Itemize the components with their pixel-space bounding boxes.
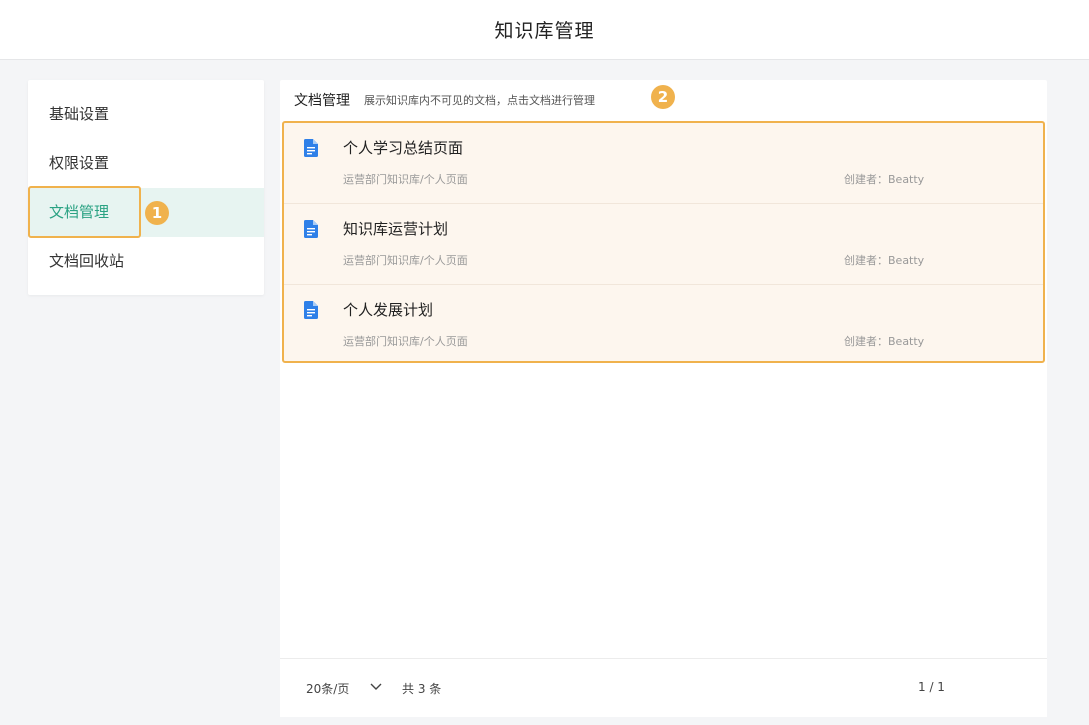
document-name: 知识库运营计划	[343, 220, 449, 238]
document-icon	[304, 301, 318, 319]
sidebar-item-permission-settings[interactable]: 权限设置	[28, 139, 264, 188]
document-name: 个人学习总结页面	[343, 139, 464, 157]
top-bar: 知识库管理	[0, 0, 1089, 60]
document-icon	[304, 139, 318, 157]
page-title: 知识库管理	[494, 20, 595, 42]
document-creator: 创建者：Beatty	[844, 173, 925, 186]
step-badge-2: 2	[651, 85, 675, 109]
document-list: 个人学习总结页面 运营部门知识库/个人页面 创建者：Beatty 知识库运营计划…	[282, 121, 1045, 363]
panel-title: 文档管理	[294, 93, 350, 109]
list-item[interactable]: 个人学习总结页面 运营部门知识库/个人页面 创建者：Beatty	[284, 123, 1043, 204]
document-creator: 创建者：Beatty	[844, 335, 925, 348]
document-name: 个人发展计划	[343, 301, 434, 319]
settings-sidebar: 基础设置 权限设置 文档管理 文档回收站	[28, 80, 264, 295]
total-count: 共 3 条	[402, 682, 442, 696]
document-creator: 创建者：Beatty	[844, 254, 925, 267]
chevron-down-icon[interactable]	[369, 681, 383, 693]
page-size-select[interactable]: 20条/页	[306, 680, 349, 697]
list-item[interactable]: 个人发展计划 运营部门知识库/个人页面 创建者：Beatty	[284, 285, 1043, 366]
panel-description: 展示知识库内不可见的文档，点击文档进行管理	[364, 94, 595, 107]
pagination-bar: 20条/页 共 3 条 1 / 1	[280, 658, 1047, 717]
panel-header: 文档管理 展示知识库内不可见的文档，点击文档进行管理	[294, 90, 595, 110]
list-item[interactable]: 知识库运营计划 运营部门知识库/个人页面 创建者：Beatty	[284, 204, 1043, 285]
sidebar-item-document-recycle-bin[interactable]: 文档回收站	[28, 237, 264, 286]
document-icon	[304, 220, 318, 238]
page-indicator: 1 / 1	[918, 680, 945, 694]
sidebar-item-basic-settings[interactable]: 基础设置	[28, 90, 264, 139]
document-path: 运营部门知识库/个人页面	[343, 254, 468, 267]
document-path: 运营部门知识库/个人页面	[343, 335, 468, 348]
document-path: 运营部门知识库/个人页面	[343, 173, 468, 186]
step-badge-1: 1	[145, 201, 169, 225]
